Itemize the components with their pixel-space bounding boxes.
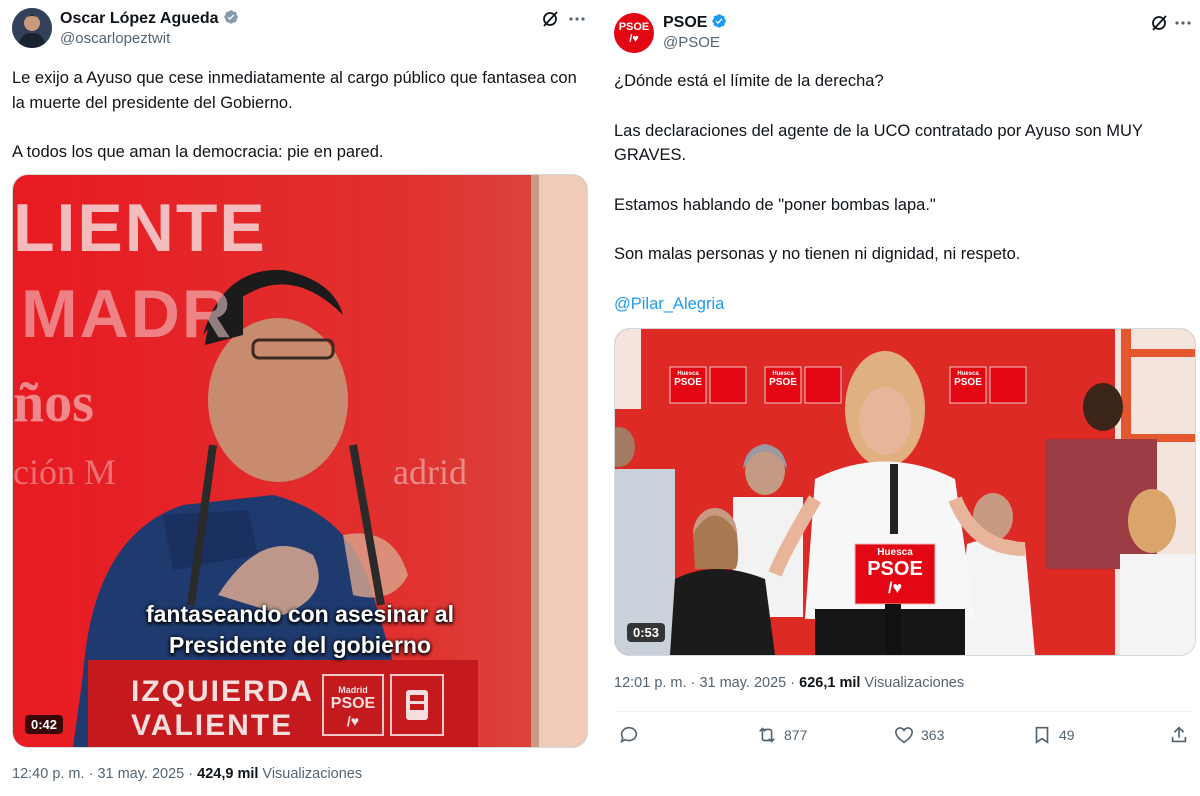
wall-text-1: LIENTE (13, 190, 267, 266)
banner-main: PSOE (769, 377, 797, 388)
tweet-date[interactable]: 31 may. 2025 (699, 675, 786, 691)
views-label: Visualizaciones (864, 675, 965, 691)
views-label: Visualizaciones (262, 766, 363, 782)
like-button[interactable]: 363 (893, 724, 944, 746)
podium-logo: Huesca PSOE /♥ (855, 547, 935, 598)
wall-banner-text: Huesca PSOE (950, 371, 986, 388)
reply-button[interactable] (618, 724, 640, 746)
heart-icon (894, 727, 914, 744)
video-player[interactable]: LIENTE MADR ños ción M adrid fantaseando… (12, 174, 588, 748)
like-count: 363 (921, 727, 945, 743)
podium-line-2: VALIENTE (131, 709, 294, 742)
bookmark-button[interactable]: 49 (1031, 724, 1075, 746)
podium-main: PSOE (867, 558, 923, 580)
retweet-icon (759, 727, 775, 743)
author-name[interactable]: Oscar López Agueda (60, 9, 239, 28)
video-duration: 0:53 (627, 623, 666, 642)
video-caption-line-1: fantaseando con asesinar al (145, 601, 455, 627)
grok-icon[interactable] (1149, 13, 1169, 33)
heart-icon: /♥ (346, 713, 360, 729)
wall-banner-text: Huesca PSOE (670, 371, 706, 388)
tweet-text: ¿Dónde está el límite de la derecha? Las… (614, 69, 1190, 316)
banner-main: PSOE (954, 377, 982, 388)
author-name-text[interactable]: PSOE (663, 14, 707, 31)
views-count: 626,1 mil (799, 675, 861, 691)
author-avatar[interactable] (12, 8, 52, 48)
podium-text: IZQUIERDA VALIENTE (131, 675, 314, 743)
author-handle[interactable]: @oscarlopeztwit (60, 30, 170, 47)
retweet-count: 877 (784, 727, 808, 743)
video-duration: 0:42 (25, 715, 64, 734)
tweet-paragraph: Son malas personas y no tienen ni dignid… (614, 245, 1021, 263)
wall-text-2: MADR (21, 276, 233, 352)
retweet-button[interactable]: 877 (756, 724, 807, 746)
tweet-time[interactable]: 12:40 p. m. (12, 766, 85, 782)
tweet-paragraph: ¿Dónde está el límite de la derecha? (614, 72, 884, 90)
views-count: 424,9 mil (197, 766, 259, 782)
author-name[interactable]: PSOE (663, 13, 727, 32)
tweet-paragraph: Estamos hablando de "poner bombas lapa." (614, 195, 936, 214)
tweet-paragraph: A todos los que aman la democracia: pie … (12, 143, 384, 161)
wall-banner-text: Huesca PSOE (765, 371, 801, 388)
psoe-fist-rose-logo (406, 690, 428, 720)
podium-line-1: IZQUIERDA (131, 675, 314, 708)
avatar-text: PSOE (618, 21, 650, 33)
author-name-text[interactable]: Oscar López Agueda (60, 10, 219, 27)
video-player[interactable]: Huesca PSOE Huesca PSOE Huesca PSOE Hues… (614, 328, 1196, 656)
wall-text-5: adrid (393, 452, 467, 492)
podium-logo-top: Madrid (338, 685, 368, 695)
podium-logo-main: PSOE (330, 695, 376, 712)
grok-icon[interactable] (540, 9, 560, 29)
more-options-icon[interactable] (1173, 13, 1193, 33)
share-icon (1171, 726, 1187, 743)
mention-link[interactable]: @Pilar_Alegria (614, 295, 724, 313)
verified-badge-icon (712, 14, 727, 28)
tweet-text: Le exijo a Ayuso que cese inmediatamente… (12, 66, 588, 165)
reply-icon (620, 726, 638, 743)
share-button[interactable] (1168, 724, 1190, 746)
tweet-meta: 12:01 p. m. · 31 may. 2025 · 626,1 mil V… (614, 675, 965, 691)
podium-logo: Madrid PSOE /♥ (323, 685, 383, 729)
bookmark-count: 49 (1059, 727, 1075, 743)
verified-badge-icon (223, 10, 238, 24)
banner-main: PSOE (674, 377, 702, 388)
author-handle[interactable]: @PSOE (663, 34, 720, 51)
tweet-date[interactable]: 31 may. 2025 (97, 766, 184, 782)
video-caption-line-2: Presidente del gobierno (169, 632, 431, 658)
tweet-left: Oscar López Agueda @oscarlopeztwit Le ex… (0, 0, 600, 796)
wall-text-4: ción M (13, 452, 116, 492)
heart-icon: /♥ (888, 580, 902, 597)
tweet-paragraph: Le exijo a Ayuso que cese inmediatamente… (12, 69, 577, 112)
wall-text-3: ños (13, 372, 94, 434)
tweet-time[interactable]: 12:01 p. m. (614, 675, 687, 691)
tweet-right: PSOE /♥ PSOE @PSOE ¿Dónde está el límite… (600, 0, 1200, 796)
more-options-icon[interactable] (567, 9, 587, 29)
tweet-meta: 12:40 p. m. · 31 may. 2025 · 424,9 mil V… (12, 766, 363, 782)
tweet-paragraph: Las declaraciones del agente de la UCO c… (614, 121, 1143, 165)
author-avatar[interactable]: PSOE /♥ (614, 13, 654, 53)
bookmark-icon (1035, 726, 1049, 744)
podium-top: Huesca (877, 547, 913, 558)
avatar-heart-icon: /♥ (629, 33, 639, 45)
actions-divider (614, 711, 1194, 712)
